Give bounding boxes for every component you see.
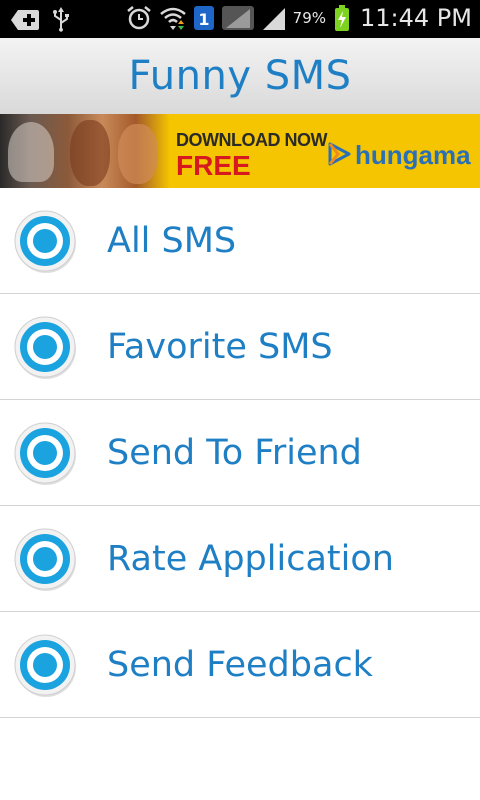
ad-brand: hungama [326,140,471,171]
menu-item-label: All SMS [107,220,237,261]
ad-brand-name: hungama [355,140,471,170]
clock: 11:44 PM [360,4,472,32]
notification-badge-icon: 1 [193,4,215,32]
wifi-icon [159,4,187,32]
signal-icon [221,4,255,32]
ad-free-label: FREE [176,150,251,181]
menu-item-all-sms[interactable]: All SMS [0,188,480,294]
ad-banner[interactable]: DOWNLOAD NOW FREE hungama [0,114,480,188]
menu-item-rate-application[interactable]: Rate Application [0,506,480,612]
ring-icon [12,632,78,698]
ad-photo [0,114,170,188]
battery-percent: 79% [292,9,327,27]
ring-icon [12,314,78,380]
alarm-icon [125,4,153,32]
ad-headline: DOWNLOAD NOW [176,130,327,150]
app-header: Funny SMS [0,38,480,115]
menu-item-favorite-sms[interactable]: Favorite SMS [0,294,480,400]
page-title: Funny SMS [128,53,352,99]
menu-item-send-feedback[interactable]: Send Feedback [0,612,480,718]
battery-charging-icon [334,4,350,32]
ring-icon [12,526,78,592]
play-icon [326,141,352,171]
menu-item-label: Send Feedback [107,644,373,685]
usb-icon [52,6,70,34]
ring-icon [12,208,78,274]
menu-item-label: Favorite SMS [107,326,333,367]
menu-list: All SMS Favorite SMS Send To Friend Rate… [0,188,480,718]
menu-item-label: Rate Application [107,538,394,579]
badge-text: 1 [198,10,209,29]
signal-icon [261,4,287,32]
ring-icon [12,420,78,486]
menu-item-send-to-friend[interactable]: Send To Friend [0,400,480,506]
add-icon [10,8,40,32]
status-bar: 1 79% 11:44 PM [0,0,480,38]
menu-item-label: Send To Friend [107,432,362,473]
